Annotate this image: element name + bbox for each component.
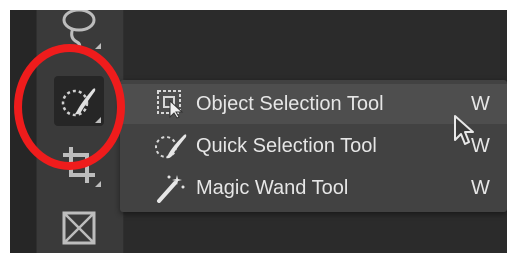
quick-selection-icon bbox=[152, 129, 190, 163]
quick-selection-tool-button[interactable] bbox=[54, 76, 104, 126]
menu-item-shortcut: W bbox=[471, 92, 490, 115]
menu-item-label: Object Selection Tool bbox=[196, 92, 384, 115]
menu-item-object-selection-tool[interactable]: Object Selection Tool W bbox=[120, 84, 507, 124]
lasso-tool-button[interactable] bbox=[54, 10, 104, 52]
workspace-edge bbox=[10, 10, 36, 253]
menu-item-magic-wand-tool[interactable]: Magic Wand Tool W bbox=[120, 168, 507, 208]
selection-tools-flyout-menu: Object Selection Tool W Quick Selection … bbox=[120, 80, 507, 212]
tool-group-indicator bbox=[95, 117, 101, 123]
photoshop-toolbar-screenshot: Object Selection Tool W Quick Selection … bbox=[10, 10, 507, 253]
frame-tool-button[interactable] bbox=[54, 203, 104, 253]
menu-item-shortcut: W bbox=[471, 134, 490, 157]
crop-icon bbox=[61, 145, 97, 185]
tool-group-indicator bbox=[95, 181, 101, 187]
menu-item-label: Quick Selection Tool bbox=[196, 134, 377, 157]
frame-icon bbox=[61, 210, 97, 246]
menu-item-quick-selection-tool[interactable]: Quick Selection Tool W bbox=[120, 126, 507, 166]
tool-group-indicator bbox=[95, 43, 101, 49]
quick-selection-brush-icon bbox=[59, 81, 99, 121]
lasso-icon bbox=[59, 10, 99, 50]
magic-wand-icon bbox=[152, 171, 190, 205]
object-selection-icon bbox=[152, 87, 190, 121]
menu-item-label: Magic Wand Tool bbox=[196, 176, 349, 199]
tools-panel bbox=[36, 10, 124, 253]
crop-tool-button[interactable] bbox=[54, 140, 104, 190]
menu-item-shortcut: W bbox=[471, 176, 490, 199]
